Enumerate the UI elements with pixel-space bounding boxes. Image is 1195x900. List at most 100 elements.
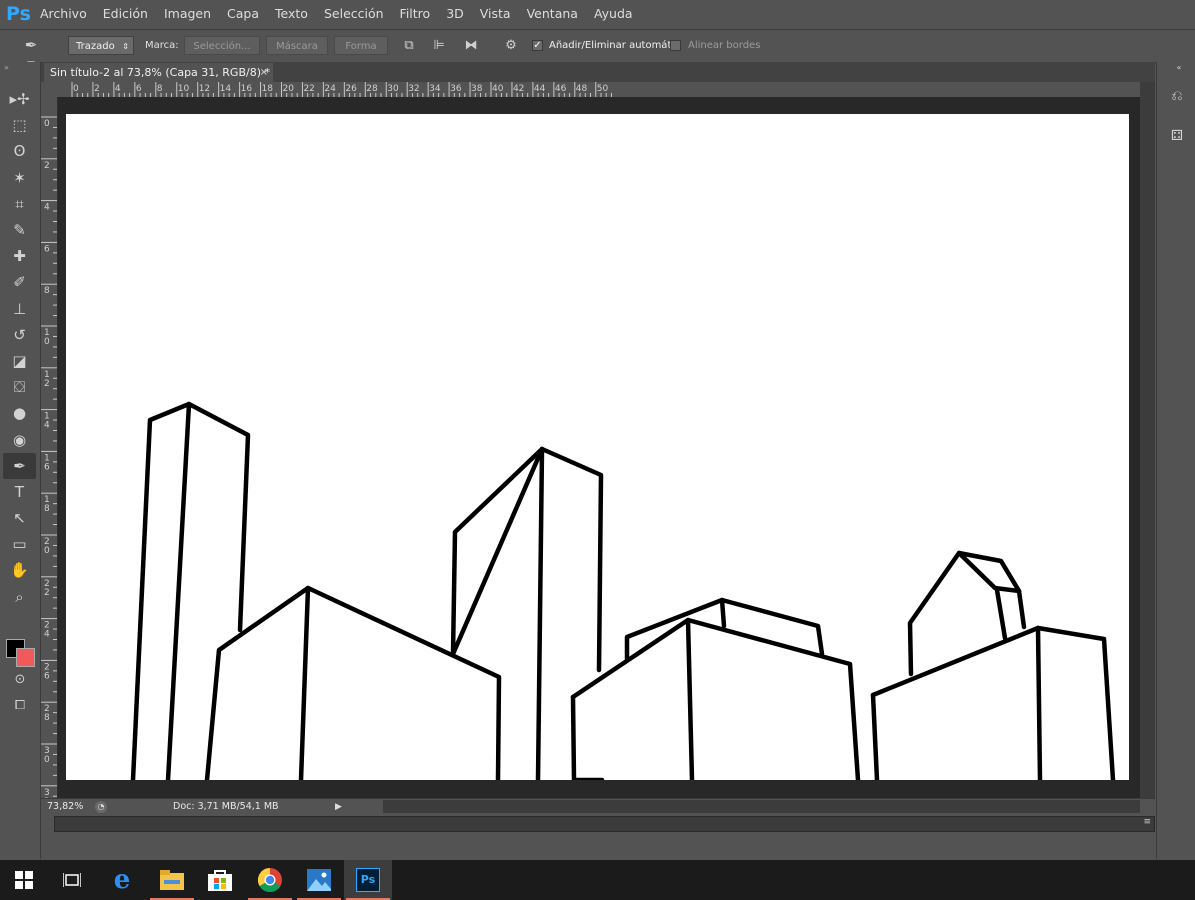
pen-tool-preset-icon[interactable]: ✒ ▾ <box>20 36 42 73</box>
chrome-icon[interactable] <box>246 860 294 900</box>
eyedropper-icon[interactable]: ✎ <box>3 217 36 243</box>
status-info-icon[interactable]: ◔ <box>95 801 107 813</box>
path-arrangement-icon[interactable]: ⧓ <box>460 36 482 55</box>
mascara-button[interactable]: Máscara <box>266 36 328 55</box>
clone-stamp-icon[interactable]: ⊥ <box>3 296 36 322</box>
ruler-h-label: 24 <box>324 84 336 94</box>
properties-panel-icon[interactable]: ⚃ <box>1167 128 1187 148</box>
zoom-icon[interactable]: ⌕ <box>3 584 36 610</box>
ruler-v-label: 28 <box>44 704 50 723</box>
paint-bucket-icon[interactable]: ⛋ <box>3 374 36 400</box>
eraser-icon[interactable]: ◪ <box>3 348 36 374</box>
pen-mode-select[interactable]: Trazado ⇕ <box>68 36 134 55</box>
menu-texto[interactable]: Texto <box>267 0 316 28</box>
menu-archivo[interactable]: Archivo <box>32 0 95 28</box>
menu-edicion[interactable]: Edición <box>95 0 156 28</box>
horizontal-ruler[interactable]: 0 2 4 6 8 10 12 14 16 18 20 22 24 26 28 30 32 34 36 38 40 42 4… <box>58 82 1140 98</box>
vertical-scrollbar[interactable] <box>1140 82 1155 798</box>
ruler-v-label: 14 <box>44 412 50 431</box>
forma-button[interactable]: Forma <box>334 36 388 55</box>
horizontal-scrollbar[interactable] <box>383 800 1140 813</box>
ruler-v-label: 20 <box>44 537 50 556</box>
ruler-v-label: 26 <box>44 662 50 681</box>
ruler-v-label: 10 <box>44 328 50 347</box>
horizontal-ruler-ticks: 0 2 4 6 8 10 12 14 16 18 20 22 24 26 28 30 32 34 36 38 40 42 4… <box>71 82 612 97</box>
healing-brush-icon[interactable]: ✚ <box>3 243 36 269</box>
magic-wand-icon[interactable]: ✶ <box>3 165 36 191</box>
history-panel-icon[interactable]: ⎌ <box>1167 88 1187 108</box>
collapse-arrows-icon[interactable]: » <box>4 63 9 72</box>
ruler-origin[interactable] <box>41 82 58 97</box>
marquee-icon[interactable]: ⬚ <box>3 112 36 138</box>
pen-icon[interactable]: ✒ <box>3 452 36 479</box>
close-tab-icon[interactable]: × <box>260 63 268 82</box>
blur-icon[interactable]: ● <box>3 400 36 426</box>
lasso-icon[interactable]: ʘ <box>3 138 36 164</box>
seleccion-button[interactable]: Selección... <box>184 36 260 55</box>
path-operations-icon[interactable]: ⧉ <box>398 36 420 55</box>
ruler-h-label: 2 <box>94 84 100 94</box>
ruler-h-label: 8 <box>157 84 163 94</box>
vertical-ruler[interactable]: 02468101214161820222426283032 <box>41 97 58 807</box>
task-view-icon[interactable] <box>48 860 96 900</box>
ruler-h-label: 46 <box>555 84 567 94</box>
menu-seleccion[interactable]: Selección <box>316 0 392 28</box>
photoshop-logo[interactable]: Ps <box>6 0 32 28</box>
menu-capa[interactable]: Capa <box>219 0 267 28</box>
store-icon[interactable] <box>196 860 244 900</box>
ruler-h-label: 36 <box>450 84 462 94</box>
menu-filtro[interactable]: Filtro <box>392 0 439 28</box>
ruler-v-label: 16 <box>44 453 50 472</box>
menu-vista[interactable]: Vista <box>472 0 519 28</box>
document-size-info: Doc: 3,71 MB/54,1 MB <box>173 801 279 812</box>
right-panel-dock: « ⎌ ⚃ <box>1156 62 1195 859</box>
align-edges-checkbox[interactable] <box>670 40 681 51</box>
document-tab[interactable]: Sin título-2 al 73,8% (Capa 31, RGB/8) *… <box>44 63 273 82</box>
align-edges-label: Alinear bordes <box>688 40 761 51</box>
move-icon[interactable]: ▸✢ <box>3 86 36 112</box>
quick-mask-icon[interactable]: ⊙ <box>10 672 30 690</box>
rectangle-icon[interactable]: ▭ <box>3 531 36 557</box>
ruler-h-label: 48 <box>576 84 588 94</box>
photos-icon[interactable] <box>295 860 343 900</box>
menu-3d[interactable]: 3D <box>438 0 472 28</box>
windows-taskbar: e Ps <box>0 860 1195 900</box>
marca-label: Marca: <box>145 40 179 51</box>
path-alignment-icon[interactable]: ⊫ <box>428 36 450 55</box>
photoshop-icon[interactable]: Ps <box>344 860 392 900</box>
status-menu-arrow-icon[interactable]: ▶ <box>335 799 342 815</box>
history-brush-icon[interactable]: ↺ <box>3 322 36 348</box>
ruler-h-label: 4 <box>115 84 121 94</box>
expand-panels-icon[interactable]: « <box>1169 63 1189 83</box>
type-icon[interactable]: T <box>3 479 36 505</box>
select-arrows-icon: ⇕ <box>122 42 129 51</box>
background-color-swatch[interactable] <box>16 648 35 667</box>
photoshop-taskbar-label: Ps <box>356 868 380 892</box>
ruler-v-label: 4 <box>44 203 50 213</box>
document-canvas[interactable] <box>66 114 1129 780</box>
gear-icon[interactable]: ⚙ <box>500 36 522 55</box>
ruler-v-label: 24 <box>44 621 50 640</box>
auto-add-checkbox[interactable]: ✓ <box>532 40 543 51</box>
windows-start-icon[interactable] <box>0 860 48 900</box>
screen-mode-icon[interactable]: ⧠ <box>10 698 30 716</box>
file-explorer-icon[interactable] <box>148 860 196 900</box>
edge-icon[interactable]: e <box>98 860 146 900</box>
crop-icon[interactable]: ⌗ <box>3 191 36 217</box>
ruler-h-label: 10 <box>178 84 190 94</box>
panel-menu-icon[interactable]: ≡ <box>1143 817 1151 827</box>
ruler-v-label: 22 <box>44 579 50 598</box>
hand-icon[interactable]: ✋ <box>3 557 36 583</box>
auto-add-label: Añadir/Eliminar automát. <box>549 40 675 51</box>
ruler-h-label: 18 <box>262 84 274 94</box>
ruler-h-label: 14 <box>220 84 232 94</box>
menu-ventana[interactable]: Ventana <box>519 0 586 28</box>
ruler-v-label: 30 <box>44 746 50 765</box>
menu-imagen[interactable]: Imagen <box>156 0 219 28</box>
timeline-panel-collapsed[interactable]: ≡ <box>54 816 1155 832</box>
path-selection-icon[interactable]: ↖ <box>3 505 36 531</box>
zoom-level[interactable]: 73,82% <box>47 799 83 815</box>
menu-ayuda[interactable]: Ayuda <box>586 0 641 28</box>
dodge-icon[interactable]: ◉ <box>3 426 36 452</box>
brush-icon[interactable]: ✐ <box>3 269 36 295</box>
